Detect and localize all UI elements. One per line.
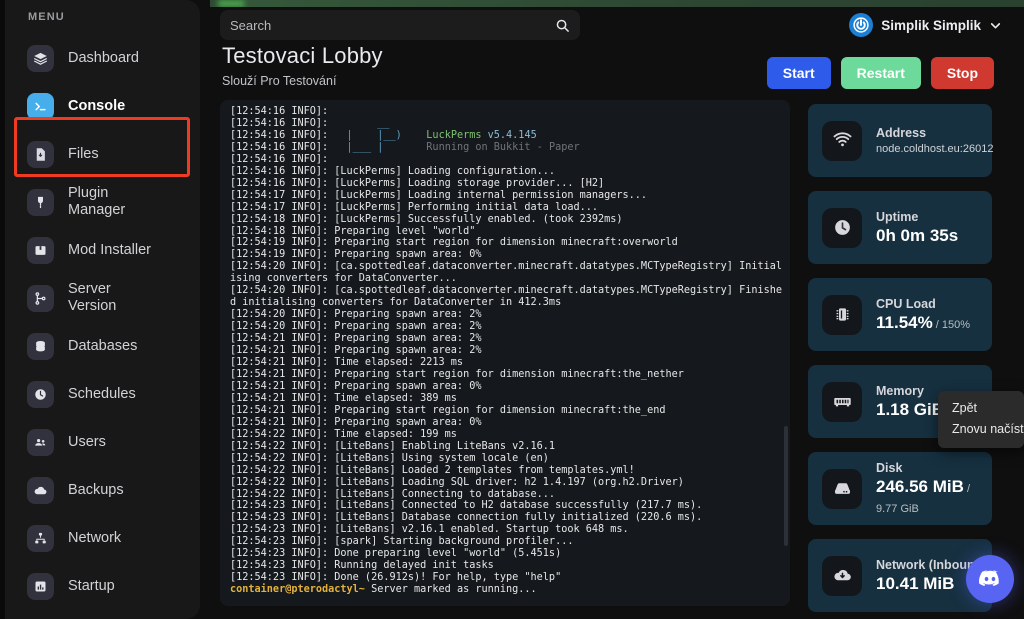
sidebar-item-label: Console [68, 97, 126, 114]
network-icon [27, 524, 54, 552]
sidebar-item-label: Dashboard [68, 49, 139, 66]
sidebar-item-startup[interactable]: Startup [0, 562, 200, 610]
page-title: Testovaci Lobby [222, 43, 383, 68]
sidebar-item-server-version[interactable]: Server Version [0, 274, 200, 322]
sidebar-item-label: Network [68, 529, 122, 546]
disk-icon [822, 468, 862, 509]
search-input[interactable] [230, 17, 555, 33]
page-subtitle: Slouží Pro Testování [222, 74, 337, 88]
sidebar-item-network[interactable]: Network [0, 514, 200, 562]
sidebar-nav: Dashboard Console Files Plugin Manager Mod I… [0, 34, 200, 610]
sidebar-item-plugin-manager[interactable]: Plugin Manager [0, 178, 200, 226]
sidebar-menu-label: MENU [28, 11, 65, 23]
stat-value-main: 246.56 MiB [876, 476, 964, 496]
loading-bar-track [240, 0, 1024, 7]
stat-value: 11.54% / 150% [876, 313, 970, 333]
stat-label: Uptime [876, 209, 919, 224]
sidebar-item-label: Server Version [68, 281, 117, 314]
layers-icon [27, 44, 54, 72]
sidebar-item-users[interactable]: Users [0, 418, 200, 466]
clock-icon [27, 380, 54, 408]
database-icon [27, 332, 54, 360]
clock-icon [822, 207, 862, 248]
power-actions: Start Restart Stop [766, 57, 994, 89]
stat-value-main: 10.41 MiB [876, 573, 955, 593]
server-stats-panel: Address node.coldhost.eu:26012 Uptime 0h 0m… [808, 104, 994, 619]
search-bar[interactable] [220, 10, 580, 40]
profile-name: Simplik Simplik [881, 17, 981, 33]
sidebar-item-dashboard[interactable]: Dashboard [0, 34, 200, 82]
stat-label: Address [876, 126, 927, 140]
box-icon [27, 236, 54, 264]
sidebar-item-databases[interactable]: Databases [0, 322, 200, 370]
start-button[interactable]: Start [766, 57, 831, 89]
sidebar-item-label: Schedules [68, 385, 136, 402]
sidebar-item-console[interactable]: Console [0, 82, 200, 130]
user-profile-menu[interactable]: Simplik Simplik [849, 11, 1002, 39]
sidebar-item-label: Plugin Manager [68, 185, 126, 218]
page-loading-bar [210, 0, 1024, 7]
stat-card-cpu-load: CPU Load 11.54% / 150% [808, 278, 992, 351]
stat-value: 246.56 MiB / 9.77 GiB [876, 477, 992, 517]
context-menu-item-reload[interactable]: Znovu načíst [938, 419, 1024, 440]
search-icon[interactable] [555, 18, 570, 33]
sidebar-item-schedules[interactable]: Schedules [0, 370, 200, 418]
chevron-down-icon[interactable] [989, 19, 1002, 32]
discord-icon [979, 570, 999, 587]
sidebar-item-label: Startup [68, 577, 115, 594]
stat-card-address: Address node.coldhost.eu:26012 [808, 104, 994, 177]
stop-button[interactable]: Stop [930, 57, 994, 89]
console-log-text: [12:54:16 INFO]: [12:54:16 INFO]: __ [12… [230, 106, 783, 596]
ram-icon [822, 381, 862, 422]
terminal-icon [27, 92, 54, 120]
topbar: Simplik Simplik [210, 7, 1024, 43]
stat-value-sub: / 150% [932, 318, 971, 331]
sidebar-item-backups[interactable]: Backups [0, 466, 200, 514]
branch-icon [27, 284, 54, 312]
app-root: MENU Dashboard Console Files Plugin Manager… [0, 0, 1024, 619]
sidebar-item-files[interactable]: Files [0, 130, 200, 178]
users-icon [27, 428, 54, 456]
stat-value-main: 11.54% [876, 312, 933, 332]
avatar [849, 13, 874, 37]
stat-label: Disk [876, 460, 903, 475]
file-download-icon [27, 140, 54, 168]
restart-button[interactable]: Restart [840, 57, 921, 89]
stat-value-main: 0h 0m 35s [876, 225, 959, 245]
stat-value-main: 1.18 GiB [876, 399, 945, 419]
sidebar-item-label: Databases [68, 337, 138, 354]
cpu-icon [822, 294, 862, 335]
sidebar-item-label: Users [68, 433, 106, 450]
stat-value: 0h 0m 35s [876, 226, 958, 246]
cloud-icon [27, 476, 54, 504]
stat-card-network-inbound: Network (Inbound) 10.41 MiB [808, 539, 992, 612]
cloud-download-icon [822, 555, 862, 596]
sidebar-item-label: Mod Installer [68, 241, 152, 258]
wifi-icon [822, 120, 862, 161]
stat-value-main: node.coldhost.eu:26012 [876, 143, 994, 155]
page-header: Testovaci Lobby Slouží Pro Testování [222, 43, 383, 88]
stat-label: CPU Load [876, 296, 936, 311]
sidebar-item-label: Backups [68, 481, 124, 498]
sidebar-item-label: Files [68, 145, 99, 162]
chart-icon [27, 572, 54, 600]
console-scrollbar[interactable] [784, 426, 788, 546]
discord-button[interactable] [966, 555, 1014, 603]
stat-card-disk: Disk 246.56 MiB / 9.77 GiB [808, 452, 992, 525]
loading-bar-indicator [218, 0, 244, 7]
context-menu-item-back[interactable]: Zpět [938, 398, 1024, 419]
context-menu[interactable]: Zpět Znovu načíst [938, 391, 1024, 448]
console-output[interactable]: [12:54:16 INFO]: [12:54:16 INFO]: __ [12… [220, 100, 790, 606]
plug-icon [27, 188, 54, 216]
sidebar-item-mod-installer[interactable]: Mod Installer [0, 226, 200, 274]
sidebar: MENU Dashboard Console Files Plugin Manager… [0, 0, 200, 619]
stat-card-uptime: Uptime 0h 0m 35s [808, 191, 992, 264]
stat-value: node.coldhost.eu:26012 [876, 143, 994, 155]
